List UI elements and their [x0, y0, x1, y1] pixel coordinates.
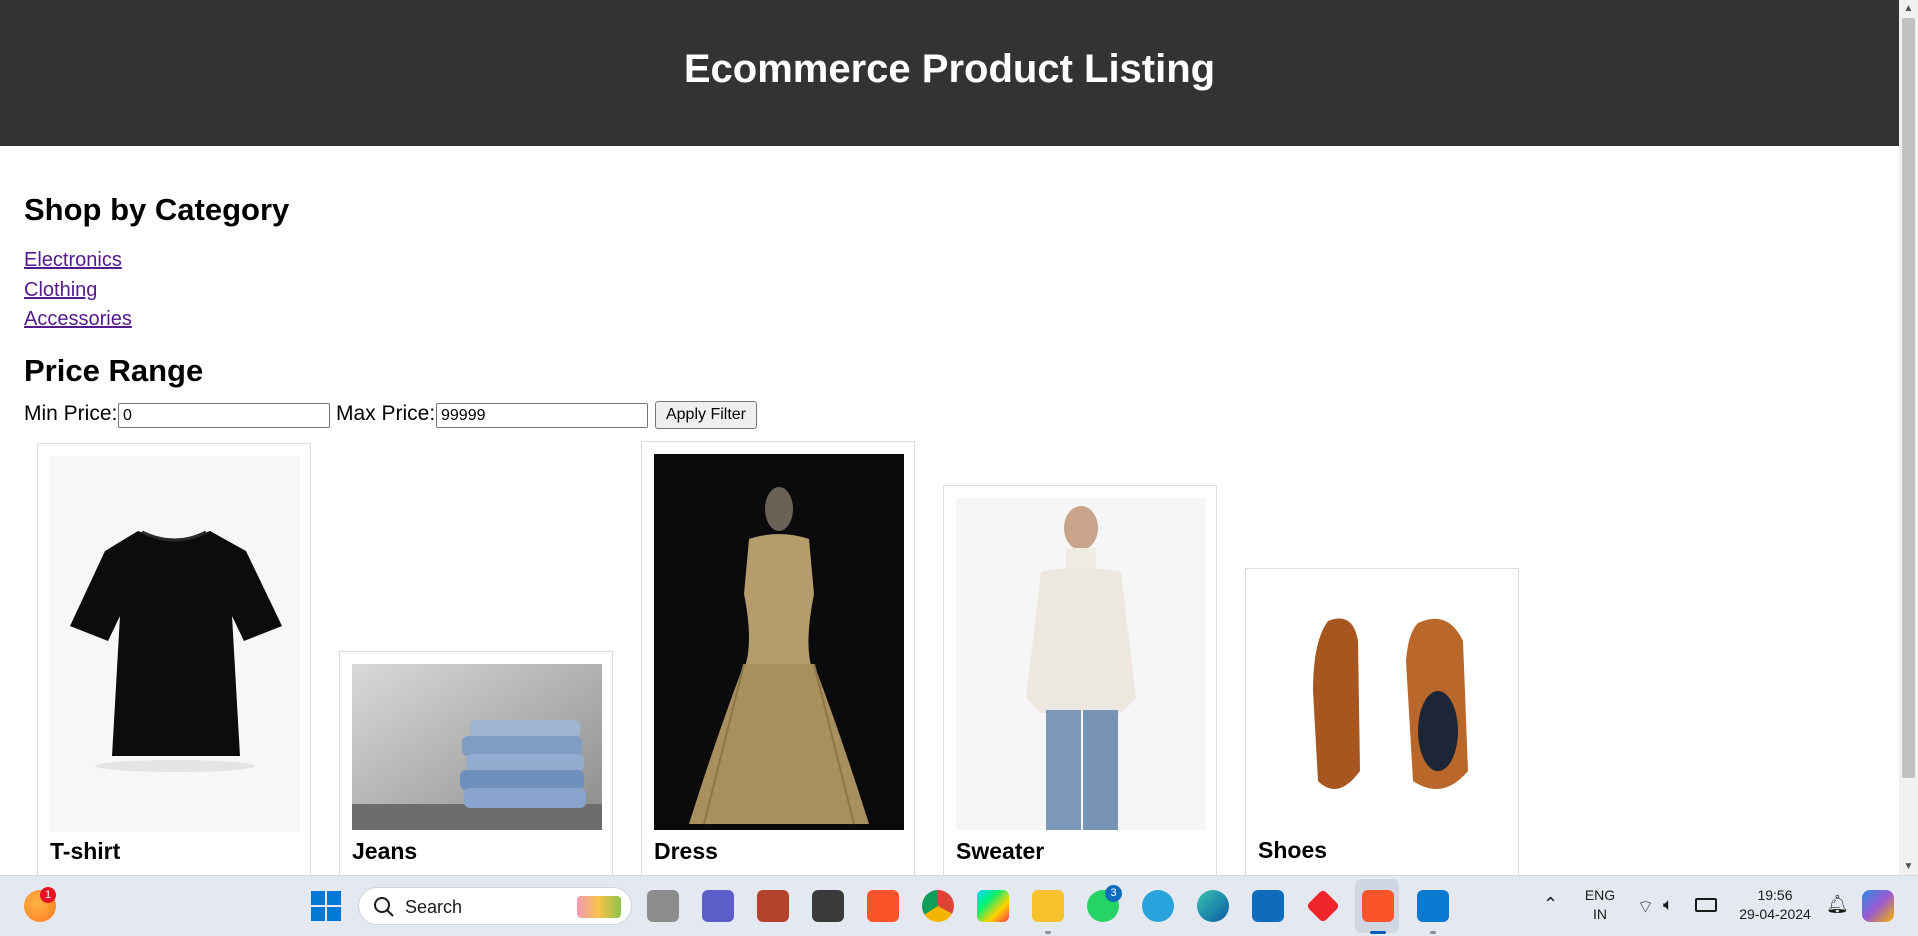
product-card-dress[interactable]: Dress [641, 441, 915, 875]
vscode-indicator [1430, 931, 1436, 934]
product-card-sweater[interactable]: Sweater [943, 485, 1217, 875]
product-image-dress [654, 454, 904, 830]
min-price-input[interactable] [118, 403, 330, 428]
min-price-label: Min Price: [24, 402, 118, 425]
language-line-2[interactable]: IN [1580, 906, 1620, 922]
file-explorer-indicator [1045, 931, 1051, 934]
edge-icon[interactable] [1197, 890, 1229, 922]
chevron-up-icon[interactable]: ⌃ [1543, 894, 1558, 915]
category-link-accessories[interactable]: Accessories [24, 308, 132, 331]
product-image-shoes [1258, 581, 1508, 831]
chrome-icon[interactable] [922, 890, 954, 922]
clock-date[interactable]: 29-04-2024 [1730, 906, 1820, 922]
taskbar-search-box[interactable]: Search [358, 887, 632, 925]
vscode-icon[interactable] [1417, 890, 1449, 922]
product-name-jeans: Jeans [352, 838, 418, 864]
volume-icon[interactable]: 🔈︎ [1663, 895, 1673, 915]
product-image-sweater [956, 498, 1206, 830]
page-header: Ecommerce Product Listing [0, 0, 1899, 146]
scroll-thumb[interactable] [1902, 18, 1915, 778]
category-link-electronics[interactable]: Electronics [24, 249, 122, 272]
start-windows-icon[interactable] [311, 891, 341, 921]
anydesk-icon[interactable] [1306, 889, 1340, 923]
product-name-sweater: Sweater [956, 838, 1045, 864]
wifi-icon[interactable]: ⌔ [1637, 896, 1654, 919]
microsoft-store-icon[interactable] [1252, 890, 1284, 922]
product-name-dress: Dress [654, 838, 718, 864]
taskbar: 1 Search 3 ⌃ ENG IN ⌔ 🔈︎ 19:56 29-04-202… [0, 875, 1918, 936]
product-card-shoes[interactable]: Shoes [1245, 568, 1519, 875]
clock-time[interactable]: 19:56 [1730, 887, 1820, 903]
telegram-icon[interactable] [1142, 890, 1174, 922]
brave-browser-icon[interactable] [867, 890, 899, 922]
max-price-label: Max Price: [336, 402, 436, 425]
search-placeholder: Search [405, 897, 463, 917]
max-price-input[interactable] [436, 403, 648, 428]
brave-browser-active-icon[interactable] [1362, 890, 1394, 922]
product-name-shoes: Shoes [1258, 837, 1328, 863]
winrar-icon[interactable] [757, 890, 789, 922]
scroll-down-arrow-icon[interactable]: ▼ [1899, 858, 1918, 875]
task-view-icon[interactable] [647, 890, 679, 922]
search-icon [374, 897, 394, 917]
product-card-jeans[interactable]: Jeans [339, 651, 613, 875]
play-store-icon[interactable] [977, 890, 1009, 922]
whatsapp-badge: 3 [1105, 885, 1122, 902]
copilot-icon[interactable] [1862, 890, 1894, 922]
product-image-jeans [352, 664, 602, 830]
notification-bell-icon[interactable]: 🔔︎ [1826, 894, 1849, 915]
product-name-tshirt: T-shirt [50, 838, 121, 864]
weather-badge: 1 [40, 887, 56, 903]
battery-icon[interactable] [1695, 898, 1717, 912]
product-image-tshirt [50, 456, 300, 832]
apply-filter-button[interactable]: Apply Filter [655, 401, 757, 429]
price-range-heading: Price Range [24, 353, 204, 388]
scroll-up-arrow-icon[interactable]: ▲ [1899, 0, 1918, 17]
language-line-1[interactable]: ENG [1580, 887, 1620, 903]
product-card-tshirt[interactable]: T-shirt [37, 443, 311, 875]
teams-icon[interactable] [702, 890, 734, 922]
browser-viewport: Ecommerce Product Listing Shop by Catego… [0, 0, 1899, 875]
brave-active-indicator [1370, 931, 1386, 934]
file-explorer-icon[interactable] [1032, 890, 1064, 922]
category-link-clothing[interactable]: Clothing [24, 279, 97, 302]
page-title: Ecommerce Product Listing [683, 47, 1216, 91]
vertical-scrollbar[interactable]: ▲ ▼ [1899, 0, 1918, 875]
category-heading: Shop by Category [24, 192, 290, 227]
app-photo-icon[interactable] [812, 890, 844, 922]
search-highlight-icon [577, 896, 621, 918]
